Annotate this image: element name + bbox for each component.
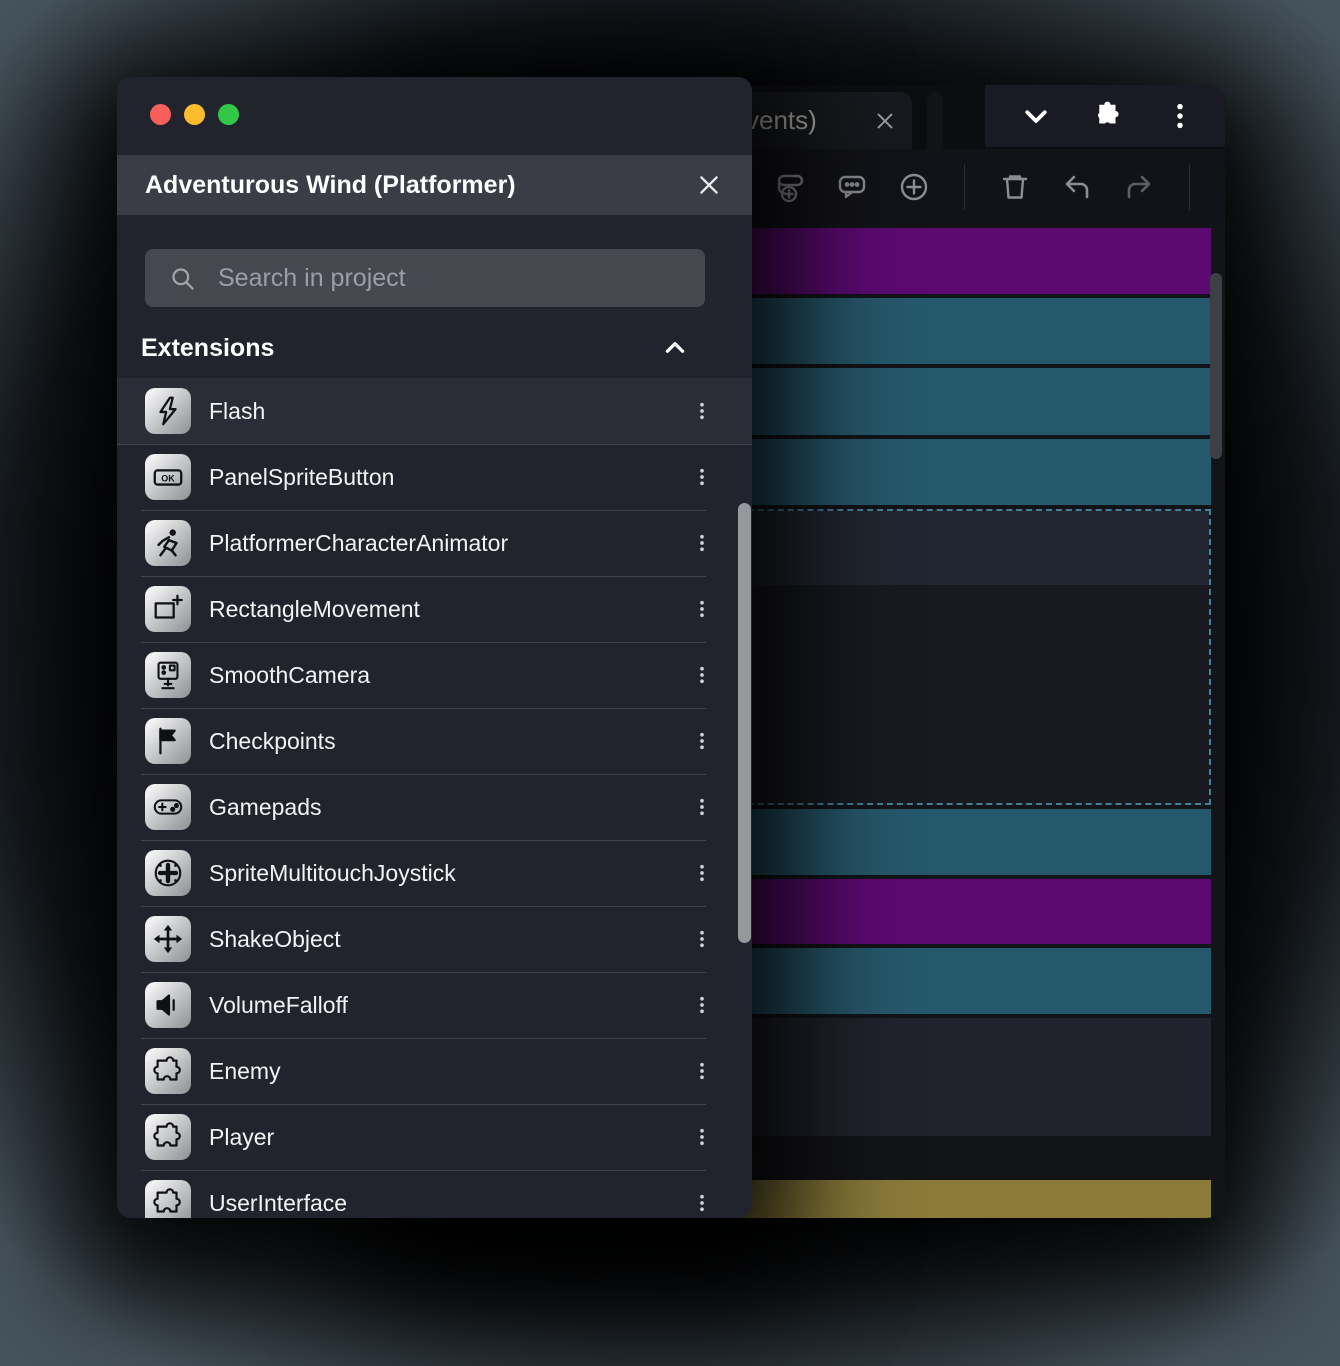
search-input[interactable]: [218, 263, 689, 293]
extensions-list: Flash OK PanelSpriteButton PlatformerCha…: [117, 378, 752, 1218]
extension-icon-tile: [145, 1048, 191, 1094]
extension-row[interactable]: UserInterface: [117, 1170, 752, 1218]
row-menu-kebab-icon[interactable]: [692, 528, 712, 558]
runner-icon: [151, 526, 185, 560]
extension-icon-tile: [145, 718, 191, 764]
close-traffic-light[interactable]: [150, 104, 171, 125]
extension-label: ShakeObject: [209, 925, 341, 952]
panel-title: Adventurous Wind (Platformer): [145, 170, 516, 199]
bolt-icon: [151, 394, 185, 428]
extension-icon-tile: [145, 916, 191, 962]
row-menu-kebab-icon[interactable]: [692, 1188, 712, 1218]
tab-edge: [927, 92, 943, 149]
row-menu-kebab-icon[interactable]: [692, 396, 712, 426]
extension-row[interactable]: Flash: [117, 378, 752, 444]
panel-header: Adventurous Wind (Platformer): [117, 155, 752, 215]
extension-icon-tile: [145, 982, 191, 1028]
trash-icon[interactable]: [997, 169, 1033, 205]
extensions-section-label: Extensions: [141, 333, 275, 362]
svg-text:OK: OK: [161, 473, 175, 483]
row-menu-kebab-icon[interactable]: [692, 792, 712, 822]
extension-label: SpriteMultitouchJoystick: [209, 859, 456, 886]
extension-label: RectangleMovement: [209, 595, 420, 622]
speaker-icon: [151, 988, 185, 1022]
extension-icon-tile: [145, 520, 191, 566]
row-menu-kebab-icon[interactable]: [692, 858, 712, 888]
extension-row[interactable]: VolumeFalloff: [117, 972, 752, 1038]
redo-icon[interactable]: [1121, 169, 1157, 205]
row-menu-kebab-icon[interactable]: [692, 660, 712, 690]
extension-label: UserInterface: [209, 1189, 348, 1216]
row-menu-kebab-icon[interactable]: [692, 594, 712, 624]
row-menu-kebab-icon[interactable]: [692, 462, 712, 492]
extension-label: VolumeFalloff: [209, 991, 348, 1018]
extension-row[interactable]: Checkpoints: [117, 708, 752, 774]
extension-row[interactable]: OK PanelSpriteButton: [117, 444, 752, 510]
extension-icon-tile: [145, 850, 191, 896]
extension-icon-tile: [145, 652, 191, 698]
extension-label: Flash: [209, 397, 266, 424]
kebab-icon[interactable]: [1165, 101, 1195, 131]
move-arrows-icon: [151, 922, 185, 956]
extension-label: Checkpoints: [209, 727, 336, 754]
add-sub-event-icon[interactable]: [772, 169, 808, 205]
puzzle-outline-icon: [151, 1186, 185, 1218]
toolbar-divider: [964, 164, 965, 210]
extension-row[interactable]: SmoothCamera: [117, 642, 752, 708]
extension-icon-tile: [145, 784, 191, 830]
extension-label: Gamepads: [209, 793, 322, 820]
traffic-lights: [150, 104, 239, 125]
joystick-icon: [151, 856, 185, 890]
extension-row[interactable]: Enemy: [117, 1038, 752, 1104]
puzzle-outline-icon: [151, 1054, 185, 1088]
row-menu-kebab-icon[interactable]: [692, 1122, 712, 1152]
extension-label: Enemy: [209, 1057, 281, 1084]
camera-icon: [151, 658, 185, 692]
extension-label: Player: [209, 1123, 275, 1150]
row-menu-kebab-icon[interactable]: [692, 1056, 712, 1086]
extension-label: PanelSpriteButton: [209, 463, 395, 490]
window-controls-bar: [985, 85, 1225, 147]
search-icon: [169, 265, 196, 292]
row-menu-kebab-icon[interactable]: [692, 726, 712, 756]
extensions-section-header[interactable]: Extensions: [141, 327, 702, 369]
ok-button-icon: OK: [151, 460, 185, 494]
extension-icon-tile: [145, 1114, 191, 1160]
maximize-traffic-light[interactable]: [218, 104, 239, 125]
extension-label: PlatformerCharacterAnimator: [209, 529, 509, 556]
add-comment-icon[interactable]: [834, 169, 870, 205]
panel-close-icon[interactable]: [696, 172, 722, 198]
row-menu-kebab-icon[interactable]: [692, 990, 712, 1020]
search-box[interactable]: [145, 249, 705, 307]
extension-icon-tile: [145, 1180, 191, 1218]
extension-row[interactable]: SpriteMultitouchJoystick: [117, 840, 752, 906]
tab-close-icon[interactable]: [874, 110, 896, 132]
puzzle-icon[interactable]: [1093, 101, 1123, 131]
flag-icon: [151, 724, 185, 758]
panel-scrollbar[interactable]: [738, 503, 751, 943]
extension-label: SmoothCamera: [209, 661, 371, 688]
undo-icon[interactable]: [1059, 169, 1095, 205]
extension-row[interactable]: RectangleMovement: [117, 576, 752, 642]
add-event-icon[interactable]: [896, 169, 932, 205]
extension-row[interactable]: ShakeObject: [117, 906, 752, 972]
extension-icon-tile: OK: [145, 454, 191, 500]
chevron-up-icon[interactable]: [662, 335, 688, 361]
search-icon[interactable]: [1222, 169, 1225, 205]
row-menu-kebab-icon[interactable]: [692, 924, 712, 954]
extension-icon-tile: [145, 586, 191, 632]
puzzle-outline-icon: [151, 1120, 185, 1154]
extension-row[interactable]: PlatformerCharacterAnimator: [117, 510, 752, 576]
extension-row[interactable]: Player: [117, 1104, 752, 1170]
extension-icon-tile: [145, 388, 191, 434]
chevron-down-icon[interactable]: [1021, 101, 1051, 131]
gamepad-icon: [151, 790, 185, 824]
toolbar-divider: [1189, 164, 1190, 210]
minimize-traffic-light[interactable]: [184, 104, 205, 125]
project-manager-panel: Adventurous Wind (Platformer) Extensions…: [117, 77, 752, 1218]
extension-row[interactable]: Gamepads: [117, 774, 752, 840]
events-scrollbar[interactable]: [1210, 273, 1222, 459]
rectangle-plus-icon: [151, 592, 185, 626]
